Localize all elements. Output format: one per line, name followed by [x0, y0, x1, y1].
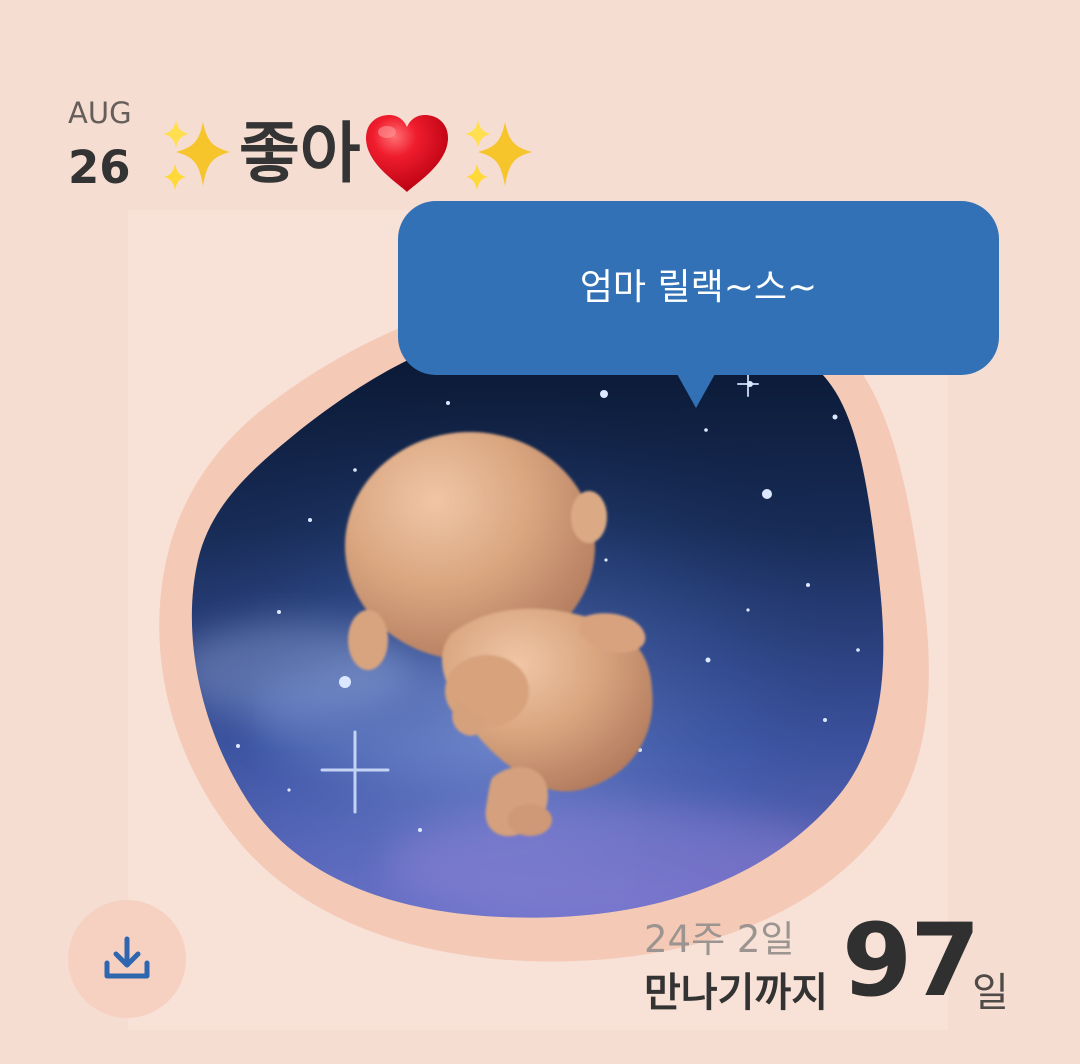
pregnancy-week-text: 24주 2일 — [644, 918, 795, 961]
bubble-tail — [677, 374, 715, 408]
download-button[interactable] — [68, 900, 186, 1018]
download-icon — [104, 936, 150, 979]
days-remaining-number: 97 — [842, 901, 981, 1019]
until-meeting-label: 만나기까지 — [644, 970, 828, 1016]
baby-message-text: 엄마 릴랙~스~ — [579, 267, 818, 308]
baby-message-bubble: 엄마 릴랙~스~ — [398, 201, 999, 375]
pregnancy-diary-card: AUG 26 좋아 엄마 릴랙~스~ 24주 2일 만나기까지 97 일 — [0, 0, 1080, 1064]
days-unit-label: 일 — [972, 970, 1009, 1016]
